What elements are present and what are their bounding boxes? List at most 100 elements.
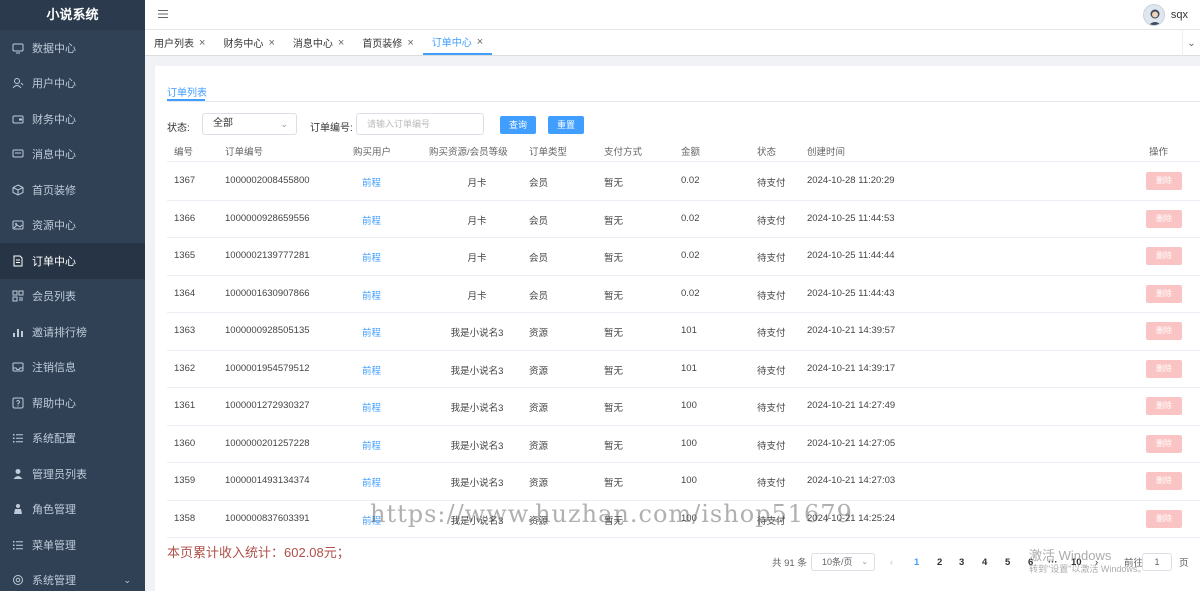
cell-user[interactable]: 前程 [362, 288, 381, 302]
delete-button[interactable]: 删除 [1146, 322, 1182, 340]
close-icon[interactable]: × [407, 37, 413, 49]
sidebar-item-4[interactable]: 消息中心 [0, 137, 145, 173]
sidebar-item-label: 角色管理 [32, 504, 76, 517]
chevron-down-icon: ⌄ [123, 574, 131, 585]
cell-type: 资源 [529, 478, 549, 489]
cell-user[interactable]: 前程 [362, 475, 381, 489]
delete-button[interactable]: 删除 [1146, 284, 1182, 303]
close-icon[interactable]: × [199, 37, 205, 49]
sidebar-item-3[interactable]: 财务中心 [0, 101, 145, 137]
page-button[interactable]: 5 [1005, 557, 1010, 568]
delete-button[interactable]: 删除 [1146, 172, 1182, 190]
role-icon [12, 503, 24, 515]
sidebar-item-label: 注销信息 [32, 362, 76, 375]
sidebar-item-7[interactable]: 订单中心 [0, 243, 145, 279]
table-row: 1359 1000001493134374 前程 我是小说名3 资源 暂无 100 待支付 20… [167, 463, 1200, 501]
sidebar-item-1[interactable]: 数据中心 [0, 30, 145, 66]
close-icon[interactable]: × [477, 36, 483, 48]
tab-5[interactable]: 订单中心 × [422, 30, 493, 55]
page-button[interactable]: 4 [982, 557, 987, 568]
table-row: 1367 1000002008455800 前程 月卡 会员 暂无 0.02 待支付 2024-… [167, 163, 1200, 201]
sidebar-item-15[interactable]: 菜单管理 [0, 527, 145, 563]
cell-id: 1363 [174, 325, 196, 336]
cell-type: 会员 [529, 215, 549, 227]
cell-amount: 100 [681, 437, 697, 449]
sidebar-item-label: 消息中心 [32, 149, 76, 162]
sidebar-item-10[interactable]: 注销信息 [0, 350, 145, 386]
bar-chart-icon [12, 326, 24, 338]
prev-page-button[interactable]: ‹ [890, 557, 893, 568]
status-select[interactable]: 全部 ⌄ [202, 113, 297, 135]
reset-button[interactable]: 重置 [548, 116, 584, 134]
sidebar-item-13[interactable]: 管理员列表 [0, 456, 145, 492]
delete-button[interactable]: 删除 [1146, 397, 1182, 415]
delete-button[interactable]: 删除 [1146, 472, 1182, 490]
inbox-icon [12, 361, 24, 373]
tab-4[interactable]: 首页装修 × [353, 30, 422, 55]
sidebar-item-16[interactable]: 系统管理 ⌄ [0, 563, 145, 591]
sidebar-item-11[interactable]: 帮助中心 [0, 385, 145, 421]
sidebar-item-14[interactable]: 角色管理 [0, 492, 145, 528]
sidebar-item-6[interactable]: 资源中心 [0, 208, 145, 244]
cell-created: 2024-10-25 11:44:53 [807, 212, 895, 224]
page-button[interactable]: 3 [959, 557, 964, 568]
close-icon[interactable]: × [338, 37, 344, 49]
cell-status: 待支付 [757, 290, 786, 302]
cell-user[interactable]: 前程 [362, 213, 381, 227]
column-header: 订单编号 [225, 147, 264, 158]
sidebar-item-9[interactable]: 邀请排行榜 [0, 314, 145, 350]
tab-3[interactable]: 消息中心 × [284, 30, 353, 55]
delete-button[interactable]: 删除 [1146, 209, 1182, 228]
tab-2[interactable]: 财务中心 × [214, 30, 283, 55]
cell-user[interactable]: 前程 [362, 250, 381, 264]
tab-label: 订单中心 [431, 38, 472, 49]
cell-amount: 101 [681, 362, 697, 374]
username[interactable]: sqx [1171, 9, 1188, 21]
cell-item: 我是小说名3 [450, 403, 504, 414]
cell-order-no: 1000001272930327 [225, 400, 310, 411]
status-label: 状态: [167, 123, 190, 134]
cell-created: 2024-10-25 11:44:43 [807, 287, 895, 299]
page-button[interactable]: 1 [914, 557, 919, 568]
column-header: 状态 [757, 147, 777, 158]
cell-user[interactable]: 前程 [362, 363, 381, 377]
tab-label: 财务中心 [223, 39, 264, 50]
cell-user[interactable]: 前程 [362, 325, 381, 339]
app-title: 小说系统 [0, 0, 145, 30]
windows-activation-subtitle: 转到"设置"以激活 Windows。 [1029, 564, 1147, 574]
delete-button[interactable]: 删除 [1146, 359, 1182, 378]
cell-created: 2024-10-21 14:27:05 [807, 437, 896, 449]
sidebar-item-2[interactable]: 用户中心 [0, 66, 145, 102]
delete-button[interactable]: 删除 [1146, 509, 1182, 528]
page-size-select[interactable]: 10条/页 ⌄ [811, 553, 875, 571]
order-no-input[interactable] [356, 113, 484, 135]
chevron-down-icon[interactable]: ⌄ [1182, 30, 1200, 56]
close-icon[interactable]: × [268, 37, 274, 49]
sidebar-item-8[interactable]: 会员列表 [0, 279, 145, 315]
document-icon [12, 255, 24, 267]
cell-user[interactable]: 前程 [362, 175, 381, 189]
sidebar-item-label: 系统配置 [32, 433, 76, 446]
avatar[interactable] [1142, 4, 1165, 26]
cell-pay: 暂无 [604, 403, 624, 414]
tab-order-list[interactable]: 订单列表 [167, 84, 207, 99]
sidebar-item-5[interactable]: 首页装修 [0, 172, 145, 208]
column-header: 订单类型 [529, 147, 568, 158]
hamburger-icon[interactable] [157, 8, 169, 20]
order-no-label: 订单编号: [310, 123, 353, 134]
delete-button[interactable]: 删除 [1146, 434, 1182, 453]
cube-icon [12, 184, 24, 196]
cell-amount: 101 [681, 325, 697, 336]
page-button[interactable]: 2 [937, 557, 942, 568]
tab-label: 消息中心 [292, 39, 333, 50]
cell-id: 1367 [174, 175, 196, 186]
sidebar-item-12[interactable]: 系统配置 [0, 421, 145, 457]
query-button[interactable]: 查询 [500, 116, 536, 134]
cell-user[interactable]: 前程 [362, 438, 381, 452]
delete-button[interactable]: 删除 [1146, 247, 1182, 265]
tab-1[interactable]: 用户列表 × [145, 30, 214, 55]
cell-user[interactable]: 前程 [362, 400, 381, 414]
user-menu[interactable]: sqx [1142, 4, 1188, 26]
cell-created: 2024-10-21 14:27:03 [807, 475, 896, 486]
goto-page-input[interactable]: 1 [1142, 553, 1172, 571]
